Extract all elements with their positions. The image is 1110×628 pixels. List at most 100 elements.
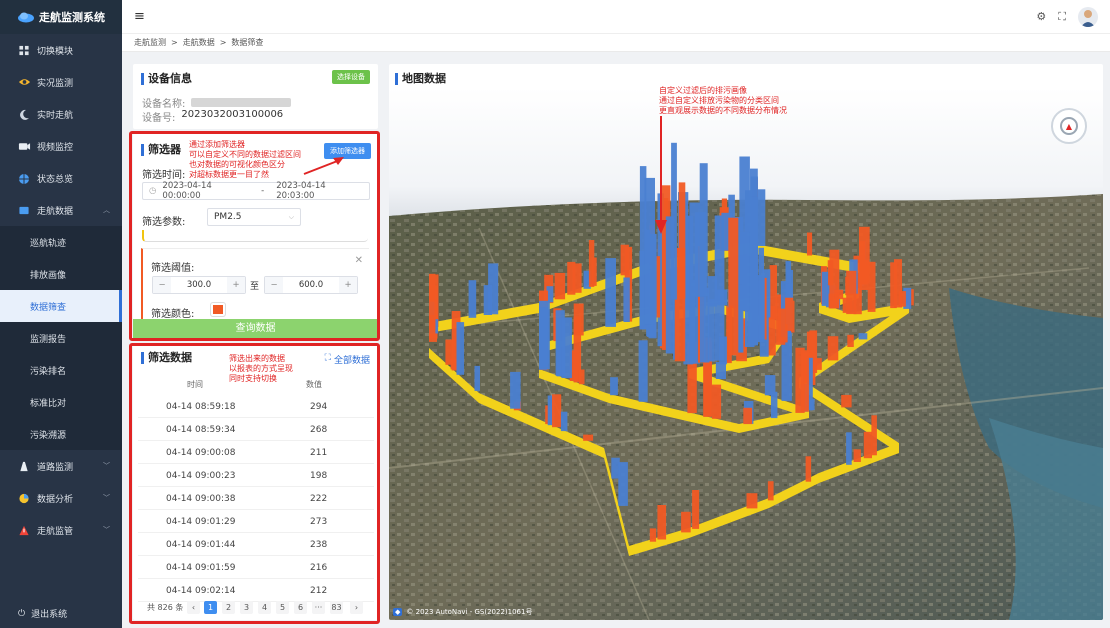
select-device-button[interactable]: 选择设备 [332,70,370,84]
color-picker[interactable] [211,303,225,316]
cell-value: 268 [310,425,328,435]
logout-button[interactable]: ⏻ 退出系统 [18,607,67,621]
sidebar-subitem[interactable]: 排放画像 [0,258,122,290]
page-button[interactable]: 5 [276,601,289,614]
normal-bar [707,299,715,362]
sidebar-item-label: 排放画像 [30,270,67,281]
table-row[interactable]: 04-14 09:01:29 273 [138,510,374,533]
table-row[interactable]: 04-14 08:59:34 268 [138,418,374,441]
sidebar-subitem[interactable]: 巡航轨迹 [0,226,122,258]
collapsed-filter-item[interactable] [142,230,368,242]
table-row[interactable]: 04-14 08:59:18 294 [138,395,374,418]
cell-value: 273 [310,517,328,527]
param-value: PM2.5 [214,212,242,222]
page-button[interactable]: 2 [222,601,235,614]
param-label: 筛选参数: [142,217,186,228]
all-data-button[interactable]: ⛶ 全部数据 [325,353,370,366]
sidebar-item[interactable]: 道路监测 ﹀ [0,450,122,482]
breadcrumb: 走航监测 > 走航数据 > 数据筛查 [122,34,1110,52]
page-button[interactable]: 83 [330,601,343,614]
page-button[interactable]: 6 [294,601,307,614]
sidebar-subitem[interactable]: 监测报告 [0,322,122,354]
map-3d-view[interactable]: ▲ ◆ © 2023 AutoNavi - GS(2022)1061号 [389,88,1103,620]
time-label: 筛选时间: [142,170,186,181]
menu-toggle-icon[interactable]: ≡ [134,9,145,24]
page-button[interactable]: 1 [204,601,217,614]
sidebar-item[interactable]: 实时走航 [0,98,122,130]
normal-bar [623,277,630,322]
table-row[interactable]: 04-14 09:01:44 238 [138,533,374,556]
table-row[interactable]: 04-14 09:00:38 222 [138,487,374,510]
fullscreen-icon[interactable]: ⛶ [1058,10,1066,24]
table-row[interactable]: 04-14 09:01:59 216 [138,556,374,579]
avatar[interactable] [1078,6,1098,27]
time-end: 2023-04-14 20:03:00 [276,181,326,201]
normal-bar [610,377,618,396]
sidebar-item[interactable]: 实况监测 [0,66,122,98]
prev-page-button[interactable]: ‹ [187,601,200,614]
theme-icon[interactable]: ⚙ [1036,10,1046,23]
column-header-time[interactable]: 时间 [187,379,203,390]
sidebar-item-label: 标准比对 [30,398,67,409]
sidebar-subitem[interactable]: 污染溯源 [0,418,122,450]
sidebar-subitem[interactable]: 标准比对 [0,386,122,418]
filter-annotation: 通过添加筛选器 可以自定义不同的数据过滤区间 也对数据的可视化颜色区分 对超标数… [189,140,301,179]
sidebar-item-label: 巡航轨迹 [30,238,67,249]
filtered-bar [871,415,877,456]
app-logo[interactable]: 走航监测系统 [0,0,122,34]
breadcrumb-item[interactable]: 走航监测 [134,37,166,48]
sidebar-item-label: 视频监控 [37,142,74,153]
table-row[interactable]: 04-14 09:00:08 211 [138,441,374,464]
device-id-row: 设备号: 2023032003100006 [142,109,283,124]
filtered-bar [805,456,812,482]
table-row[interactable]: 04-14 09:02:14 212 [138,579,374,602]
filtered-bar [681,511,691,533]
sidebar-item[interactable]: 切换模块 [0,34,122,66]
color-label: 筛选颜色: [151,309,195,320]
query-data-button[interactable]: 查询数据 [133,319,378,338]
sidebar-item[interactable]: 走航数据 ︿ [0,194,122,226]
param-select[interactable]: PM2.5 ⌵ [207,208,301,226]
sidebar-item[interactable]: 走航监管 ﹀ [0,514,122,546]
plus-icon[interactable]: + [339,277,357,293]
sidebar-item[interactable]: 数据分析 ﹀ [0,482,122,514]
total-count: 共 826 条 [147,603,184,612]
minus-icon[interactable]: − [265,277,283,293]
plus-icon[interactable]: + [227,277,245,293]
page-button[interactable]: 3 [240,601,253,614]
filtered-bar [567,261,576,295]
breadcrumb-separator: > [219,38,227,47]
eye-icon [18,77,31,88]
filtered-bar [767,481,774,501]
sidebar-item[interactable]: 视频监控 [0,130,122,162]
max-threshold-stepper[interactable]: − 600.0 + [264,276,358,294]
sidebar-nav: 切换模块 实况监测 实时走航视频监控状态总览走航数据 ︿ 巡航轨迹排放画像数据筛查 监测报… [0,34,122,546]
breadcrumb-item[interactable]: 走航数据 [183,37,215,48]
cell-value: 211 [310,448,328,458]
column-header-value[interactable]: 数值 [306,379,322,390]
next-page-button[interactable]: › [350,601,363,614]
sidebar-item-label: 走航数据 [37,206,74,217]
table-row[interactable]: 04-14 09:00:23 198 [138,464,374,487]
minus-icon[interactable]: − [153,277,171,293]
close-icon[interactable]: ✕ [355,255,363,266]
min-threshold-stepper[interactable]: − 300.0 + [152,276,246,294]
compass-control[interactable]: ▲ [1051,108,1087,144]
expand-icon: ⛶ [324,353,331,363]
sidebar-subitem[interactable]: 污染排名 [0,354,122,386]
chevron-up-icon: ︿ [103,206,110,214]
sidebar-subitem[interactable]: 数据筛查 [0,290,122,322]
page-button[interactable]: ··· [312,601,325,614]
all-data-label: 全部数据 [333,356,370,366]
page-button[interactable]: 4 [258,601,271,614]
normal-bar [758,247,764,340]
chart-icon [18,493,31,504]
results-annotation: 筛选出来的数据 以报表的方式呈现 同时支持切换 [229,354,293,383]
device-info-card: 设备信息 选择设备 设备名称: 设备号: 2023032003100006 [133,64,378,129]
device-name-blurred [191,98,292,107]
map-attribution: ◆ © 2023 AutoNavi - GS(2022)1061号 [393,607,532,617]
sidebar-item[interactable]: 状态总览 [0,162,122,194]
time-range-picker[interactable]: ◷ 2023-04-14 00:00:00 - 2023-04-14 20:03… [142,181,370,201]
moon-icon [18,109,31,120]
cloud-logo-icon [18,12,34,23]
